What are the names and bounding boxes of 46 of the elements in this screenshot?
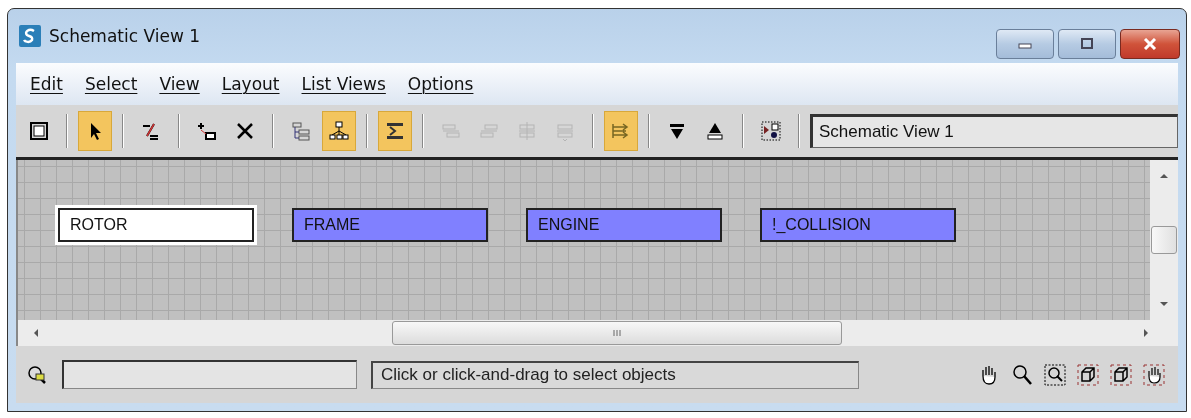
view-name-field[interactable]: Schematic View 1 bbox=[810, 114, 1178, 148]
menu-item[interactable]: Layout bbox=[221, 74, 280, 94]
app-logo-icon bbox=[19, 25, 41, 47]
align-top-icon bbox=[516, 120, 538, 142]
frame-icon bbox=[28, 120, 50, 142]
close-button[interactable] bbox=[1120, 29, 1180, 59]
maximize-icon bbox=[1080, 38, 1094, 50]
minimize-button[interactable] bbox=[996, 29, 1054, 59]
vertical-scrollbar[interactable] bbox=[1150, 160, 1178, 320]
horizontal-scrollbar[interactable] bbox=[16, 320, 1178, 346]
node-box[interactable]: !_COLLISION bbox=[760, 208, 956, 242]
scroll-right-icon[interactable] bbox=[1142, 328, 1150, 338]
align-icon bbox=[384, 120, 406, 142]
add-child-icon bbox=[196, 120, 218, 142]
cube-frame-icon[interactable] bbox=[1076, 362, 1100, 387]
input-field[interactable] bbox=[62, 360, 357, 389]
hierarchy-button[interactable] bbox=[322, 111, 356, 151]
select-arrow-button[interactable] bbox=[78, 111, 112, 151]
magnifier-key-icon[interactable] bbox=[26, 363, 48, 386]
tree-list-icon bbox=[290, 120, 312, 142]
dotted-select-icon bbox=[760, 120, 782, 142]
hierarchy-icon bbox=[328, 120, 350, 142]
grip-icon bbox=[612, 329, 622, 337]
menu-item[interactable]: List Views bbox=[301, 74, 386, 94]
node-box[interactable]: FRAME bbox=[292, 208, 488, 242]
scroll-down-icon[interactable] bbox=[1159, 300, 1169, 308]
zoom-region-icon[interactable] bbox=[1043, 362, 1067, 387]
window-title: Schematic View 1 bbox=[49, 26, 201, 46]
menu-item[interactable]: Options bbox=[407, 74, 474, 94]
menu-item[interactable]: Select bbox=[84, 74, 138, 94]
status-prompt: Click or click-and-drag to select objects bbox=[371, 360, 859, 389]
node-box[interactable]: ENGINE bbox=[526, 208, 722, 242]
scroll-thumb[interactable] bbox=[392, 321, 842, 345]
scroll-left-icon[interactable] bbox=[32, 328, 40, 338]
menu-item[interactable]: Edit bbox=[30, 74, 63, 94]
menu-item[interactable]: View bbox=[159, 74, 200, 94]
zoom-icon[interactable] bbox=[1010, 362, 1034, 387]
close-icon bbox=[1143, 38, 1157, 50]
align-button[interactable] bbox=[378, 111, 412, 151]
scroll-thumb[interactable] bbox=[1151, 226, 1177, 254]
arrange-button[interactable] bbox=[604, 111, 638, 151]
hand-frame-icon[interactable] bbox=[1142, 362, 1166, 387]
node-box[interactable]: ROTOR bbox=[58, 208, 254, 242]
cube-frame-icon[interactable] bbox=[1109, 362, 1133, 387]
scroll-up-icon[interactable] bbox=[1159, 172, 1169, 180]
maximize-button[interactable] bbox=[1058, 29, 1116, 59]
